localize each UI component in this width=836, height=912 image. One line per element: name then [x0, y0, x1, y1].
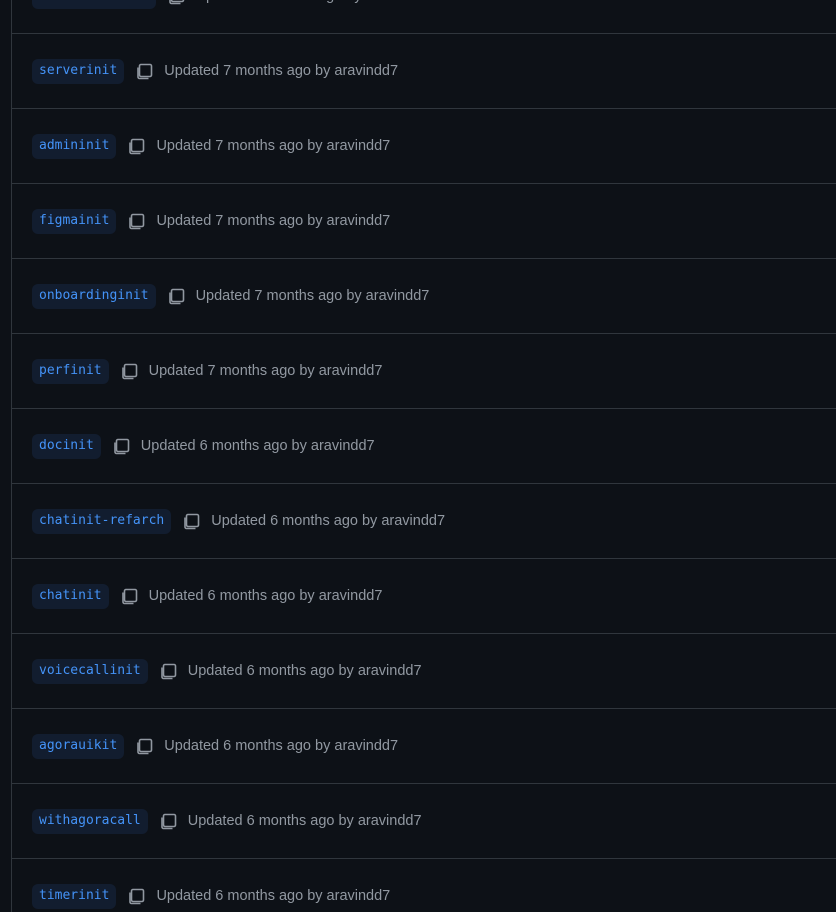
copy-branch-name-button[interactable]: [157, 810, 179, 832]
updated-text: Updated 7 months ago by: [156, 213, 323, 229]
author-link[interactable]: aravindd7: [327, 213, 391, 229]
updated-text: Updated 6 months ago by: [211, 513, 378, 529]
copy-branch-name-button[interactable]: [133, 60, 155, 82]
branch-name-link[interactable]: serverinit: [32, 58, 125, 84]
updated-info: Updated 7 months ago by aravindd7: [164, 63, 398, 79]
copy-icon: [168, 0, 184, 5]
copy-branch-name-button[interactable]: [118, 585, 140, 607]
updated-info: Updated 7 months ago by aravindd7: [156, 213, 390, 229]
author-link[interactable]: aravindd7: [319, 363, 383, 379]
branch-list: authentication Updated 7 months ago by a…: [12, 0, 836, 912]
updated-info: Updated 7 months ago by aravindd7: [196, 0, 430, 4]
branch-row: docinit Updated 6 months ago by aravindd…: [12, 409, 836, 484]
branch-name-link[interactable]: voicecallinit: [32, 658, 148, 684]
updated-text: Updated 7 months ago by: [195, 288, 362, 304]
updated-info: Updated 6 months ago by aravindd7: [149, 588, 383, 604]
updated-info: Updated 6 months ago by aravindd7: [188, 663, 422, 679]
branch-name-link[interactable]: perfinit: [32, 358, 109, 384]
copy-branch-name-button[interactable]: [125, 210, 147, 232]
copy-icon: [160, 663, 177, 680]
updated-info: Updated 6 months ago by aravindd7: [211, 513, 445, 529]
copy-icon: [121, 588, 137, 605]
author-link[interactable]: aravindd7: [319, 588, 383, 604]
branch-name-link[interactable]: authentication: [32, 0, 156, 9]
author-link[interactable]: aravindd7: [358, 663, 422, 679]
updated-info: Updated 6 months ago by aravindd7: [156, 888, 390, 904]
updated-text: Updated 7 months ago by: [148, 363, 315, 379]
updated-info: Updated 7 months ago by aravindd7: [156, 138, 390, 154]
branch-name-link[interactable]: timerinit: [32, 883, 117, 909]
copy-icon: [168, 288, 184, 305]
updated-text: Updated 7 months ago by: [156, 138, 323, 154]
copy-branch-name-button[interactable]: [157, 660, 179, 682]
updated-info: Updated 7 months ago by aravindd7: [149, 363, 383, 379]
copy-branch-name-button[interactable]: [180, 510, 202, 532]
copy-icon: [113, 438, 130, 455]
branch-name-link[interactable]: admininit: [32, 133, 117, 159]
copy-icon: [121, 363, 137, 380]
branch-row: timerinit Updated 6 months ago by aravin…: [12, 859, 836, 912]
copy-icon: [137, 738, 153, 755]
branch-row: agorauikit Updated 6 months ago by aravi…: [12, 709, 836, 784]
author-link[interactable]: aravindd7: [311, 438, 375, 454]
copy-branch-name-button[interactable]: [125, 135, 147, 157]
author-link[interactable]: aravindd7: [327, 138, 391, 154]
author-link[interactable]: aravindd7: [334, 63, 398, 79]
author-link[interactable]: aravindd7: [366, 288, 430, 304]
updated-text: Updated 7 months ago by: [164, 63, 331, 79]
branch-list-panel: authentication Updated 7 months ago by a…: [11, 0, 836, 912]
updated-info: Updated 6 months ago by aravindd7: [141, 438, 375, 454]
copy-branch-name-button[interactable]: [110, 435, 132, 457]
updated-text: Updated 6 months ago by: [156, 888, 323, 904]
copy-branch-name-button[interactable]: [125, 885, 147, 907]
updated-info: Updated 7 months ago by aravindd7: [196, 288, 430, 304]
copy-branch-name-button[interactable]: [165, 285, 187, 307]
copy-icon: [160, 813, 177, 830]
branch-name-link[interactable]: agorauikit: [32, 733, 125, 759]
branch-name-link[interactable]: chatinit-refarch: [32, 508, 172, 534]
copy-icon: [129, 888, 145, 905]
branch-row: serverinit Updated 7 months ago by aravi…: [12, 34, 836, 109]
copy-branch-name-button[interactable]: [118, 360, 140, 382]
branch-name-link[interactable]: docinit: [32, 433, 101, 459]
updated-text: Updated 6 months ago by: [164, 738, 331, 754]
branch-row: chatinit-refarch Updated 6 months ago by…: [12, 484, 836, 559]
updated-info: Updated 6 months ago by aravindd7: [188, 813, 422, 829]
branch-row: figmainit Updated 7 months ago by aravin…: [12, 184, 836, 259]
branch-name-link[interactable]: chatinit: [32, 583, 109, 609]
copy-icon: [184, 513, 200, 530]
author-link[interactable]: aravindd7: [358, 813, 422, 829]
copy-branch-name-button[interactable]: [133, 735, 155, 757]
updated-info: Updated 6 months ago by aravindd7: [164, 738, 398, 754]
updated-text: Updated 6 months ago by: [148, 588, 315, 604]
branch-row: onboardinginit Updated 7 months ago by a…: [12, 259, 836, 334]
branch-row: authentication Updated 7 months ago by a…: [12, 0, 836, 34]
author-link[interactable]: aravindd7: [381, 513, 445, 529]
branch-name-link[interactable]: withagoracall: [32, 808, 148, 834]
author-link[interactable]: aravindd7: [366, 0, 430, 4]
author-link[interactable]: aravindd7: [334, 738, 398, 754]
author-link[interactable]: aravindd7: [327, 888, 391, 904]
updated-text: Updated 7 months ago by: [196, 0, 362, 4]
copy-icon: [129, 138, 145, 155]
updated-text: Updated 6 months ago by: [187, 663, 354, 679]
copy-icon: [137, 63, 153, 80]
branch-row: withagoracall Updated 6 months ago by ar…: [12, 784, 836, 859]
updated-text: Updated 6 months ago by: [140, 438, 307, 454]
copy-branch-name-button[interactable]: [165, 0, 187, 7]
copy-icon: [129, 213, 145, 230]
updated-text: Updated 6 months ago by: [187, 813, 354, 829]
branch-name-link[interactable]: onboardinginit: [32, 283, 156, 309]
branch-name-link[interactable]: figmainit: [32, 208, 117, 234]
branch-row: voicecallinit Updated 6 months ago by ar…: [12, 634, 836, 709]
branch-row: admininit Updated 7 months ago by aravin…: [12, 109, 836, 184]
branch-row: chatinit Updated 6 months ago by aravind…: [12, 559, 836, 634]
branch-row: perfinit Updated 7 months ago by aravind…: [12, 334, 836, 409]
